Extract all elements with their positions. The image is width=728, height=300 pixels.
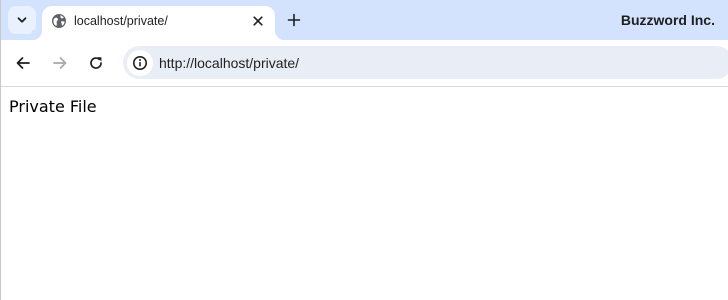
url-text[interactable]: http://localhost/private/ bbox=[159, 55, 299, 71]
tab-strip: localhost/private/ Buzzword Inc. bbox=[1, 0, 728, 40]
tab-title: localhost/private/ bbox=[74, 14, 168, 28]
plus-icon bbox=[287, 13, 301, 27]
arrow-left-icon bbox=[16, 57, 30, 69]
browser-window: localhost/private/ Buzzword Inc. http://… bbox=[0, 0, 728, 300]
page-body-text: Private File bbox=[9, 97, 97, 116]
address-bar[interactable]: http://localhost/private/ bbox=[123, 46, 728, 79]
close-icon bbox=[253, 16, 263, 26]
active-tab[interactable]: localhost/private/ bbox=[32, 6, 285, 40]
reload-icon bbox=[90, 57, 102, 69]
chevron-down-icon bbox=[17, 17, 27, 23]
new-tab-button[interactable] bbox=[283, 9, 305, 31]
reload-button[interactable] bbox=[84, 51, 108, 75]
site-info-button[interactable] bbox=[127, 50, 153, 76]
info-icon bbox=[133, 56, 147, 70]
arrow-right-icon bbox=[53, 57, 67, 69]
globe-icon bbox=[52, 14, 66, 28]
page-content: Private File bbox=[1, 87, 728, 300]
profile-name: Buzzword Inc. bbox=[620, 12, 715, 28]
tab-close-button[interactable] bbox=[248, 11, 268, 31]
back-button[interactable] bbox=[11, 51, 35, 75]
browser-toolbar: http://localhost/private/ bbox=[1, 40, 728, 87]
forward-button[interactable] bbox=[48, 51, 72, 75]
